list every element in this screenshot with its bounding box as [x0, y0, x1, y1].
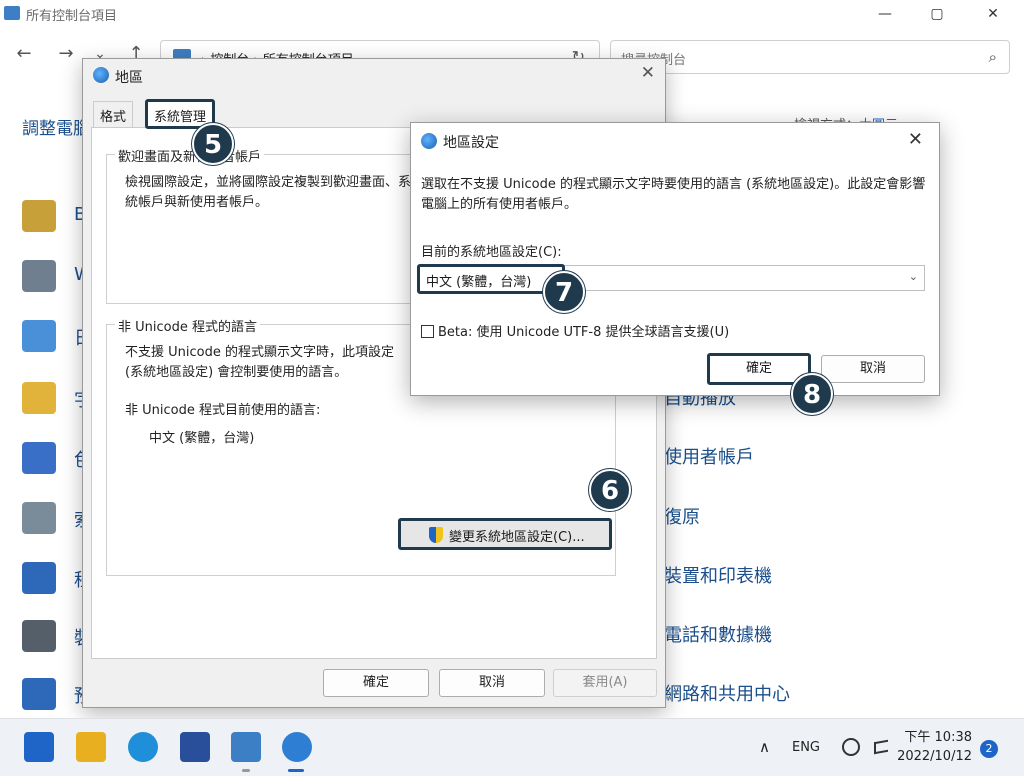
beta-utf8-checkbox[interactable]	[421, 325, 434, 338]
step-badge-8: 8	[791, 373, 833, 415]
maximize-button[interactable]: ▢	[914, 0, 960, 28]
region-cancel-button[interactable]: 取消	[439, 669, 545, 697]
clock-date: 2022/10/12	[897, 748, 972, 764]
beta-utf8-option[interactable]: Beta: 使用 Unicode UTF-8 提供全球語言支援(U)	[421, 321, 729, 340]
step-badge-5: 5	[192, 123, 234, 165]
taskbar: ∧ ENG 下午 10:38 2022/10/12 2	[0, 718, 1024, 776]
nonunicode-current-label: 非 Unicode 程式目前使用的語言:	[125, 403, 321, 418]
region-settings-close-button[interactable]: ✕	[908, 129, 923, 150]
globe-icon	[421, 133, 437, 149]
cp-item-devices-printers[interactable]: 裝置和印表機	[664, 562, 772, 588]
system-locale-label: 目前的系統地區設定(C):	[421, 245, 562, 260]
store-icon[interactable]	[180, 732, 210, 762]
cp-item-phone-modem[interactable]: 電話和數據機	[664, 621, 772, 647]
input-language-indicator[interactable]: ENG	[792, 740, 820, 755]
cp-item-recovery[interactable]: 復原	[664, 503, 700, 529]
step-badge-6: 6	[589, 469, 631, 511]
nonunicode-current-value: 中文 (繁體，台灣)	[149, 431, 255, 446]
globe-icon	[93, 67, 109, 83]
nonunicode-group-text: 不支援 Unicode 的程式顯示文字時，此項設定 (系統地區設定) 會控制要使…	[125, 345, 394, 381]
edge-icon[interactable]	[128, 732, 158, 762]
start-icon[interactable]	[24, 732, 54, 762]
device-manager-icon	[22, 620, 56, 652]
region-settings-dialog: 地區設定 ✕ 選取在不支援 Unicode 的程式顯示文字時要使用的語言 (系統…	[410, 122, 940, 396]
close-button[interactable]: ✕	[970, 0, 1016, 28]
cp-item-user-accounts[interactable]: 使用者帳戶	[664, 443, 754, 469]
tab-format[interactable]: 格式	[93, 101, 134, 127]
step-badge-7: 7	[543, 271, 585, 313]
region-ok-button[interactable]: 確定	[323, 669, 429, 697]
notification-badge[interactable]: 2	[980, 740, 998, 758]
region-dialog-title: 地區	[115, 70, 143, 86]
search-input[interactable]: 搜尋控制台 ⌕	[610, 40, 1010, 74]
region-close-button[interactable]: ✕	[641, 63, 655, 83]
welcome-group-text: 檢視國際設定，並將國際設定複製到歡迎畫面、系統帳戶與新使用者帳戶。	[125, 175, 412, 211]
speaker-muted-icon[interactable]	[874, 739, 888, 755]
window-title: 所有控制台項目	[26, 9, 118, 24]
region-settings-title: 地區設定	[443, 135, 499, 151]
active-indicator	[288, 769, 304, 772]
region-settings-cancel-button[interactable]: 取消	[821, 355, 925, 383]
change-system-locale-label: 變更系統地區設定(C)...	[449, 530, 585, 545]
file-explorer-icon[interactable]	[76, 732, 106, 762]
control-panel-icon[interactable]	[231, 732, 261, 762]
change-system-locale-button[interactable]: 變更系統地區設定(C)...	[398, 518, 612, 550]
programs-icon	[22, 562, 56, 594]
region-settings-description: 選取在不支援 Unicode 的程式顯示文字時要使用的語言 (系統地區設定)。此…	[421, 177, 926, 212]
windows-tools-icon	[22, 260, 56, 292]
back-arrow-icon[interactable]: ←	[12, 42, 36, 66]
control-panel-titlebar: 所有控制台項目 — ▢ ✕	[0, 0, 1024, 28]
welcome-group-legend: 歡迎畫面及新使用者帳戶	[115, 146, 265, 165]
beta-utf8-label: Beta: 使用 Unicode UTF-8 提供全球語言支援(U)	[438, 325, 730, 340]
forward-arrow-icon[interactable]: →	[54, 42, 78, 66]
clock-time: 下午 10:38	[904, 730, 972, 745]
uac-shield-icon	[429, 527, 443, 543]
clock[interactable]: 下午 10:38 2022/10/12	[897, 729, 972, 767]
cp-item-network-sharing[interactable]: 網路和共用中心	[664, 680, 790, 706]
region-apply-button[interactable]: 套用(A)	[553, 669, 657, 697]
running-indicator	[242, 769, 250, 772]
bitlocker-icon	[22, 200, 56, 232]
default-programs-icon	[22, 678, 56, 710]
indexing-options-icon	[22, 502, 56, 534]
nonunicode-group-legend: 非 Unicode 程式的語言	[115, 316, 260, 335]
region-globe-icon[interactable]	[282, 732, 312, 762]
network-globe-icon[interactable]	[842, 738, 860, 756]
minimize-button[interactable]: —	[862, 0, 908, 28]
page-title: 調整電腦	[22, 119, 90, 139]
date-time-icon	[22, 320, 56, 352]
fonts-icon	[22, 382, 56, 414]
search-icon[interactable]: ⌕	[989, 48, 997, 66]
tray-overflow-chevron-icon[interactable]: ∧	[759, 738, 770, 756]
color-management-icon	[22, 442, 56, 474]
control-panel-icon	[4, 6, 20, 20]
chevron-down-icon[interactable]: ⌄	[909, 270, 918, 283]
